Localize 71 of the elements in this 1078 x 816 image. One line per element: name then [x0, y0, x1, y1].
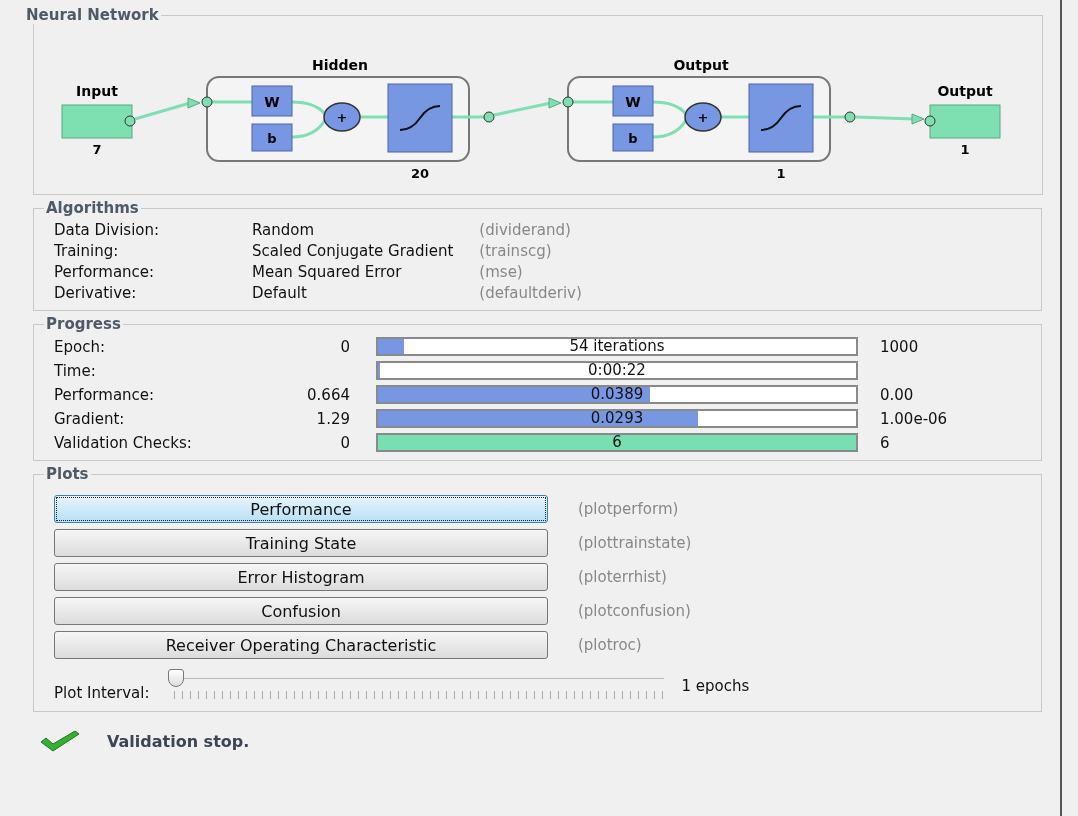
- target-value: 1.00e-06: [880, 409, 948, 428]
- function-name: (trainscg): [479, 242, 553, 260]
- algorithm-value: Default: [252, 284, 308, 302]
- algorithm-value: Random: [252, 221, 316, 239]
- transfer-function-icon: [387, 83, 453, 153]
- layer-size: 20: [410, 166, 430, 181]
- start-value: 0.664: [307, 385, 350, 404]
- progress-reading: 54 iterations: [569, 337, 665, 355]
- connector-dot-icon: [124, 115, 136, 127]
- function-name: (plotperform): [578, 500, 680, 518]
- panel-title: Neural Network: [25, 6, 160, 24]
- interval-reading: 1 epochs: [681, 677, 750, 695]
- plot-button[interactable]: Training State: [54, 529, 548, 557]
- progress-label: Gradient:: [54, 409, 126, 428]
- plot-button[interactable]: Performance: [54, 495, 548, 523]
- target-value: 6: [880, 433, 890, 452]
- target-value: 1000: [880, 337, 919, 356]
- panel-title: Plots: [45, 465, 90, 483]
- connector-dot-icon: [924, 115, 936, 127]
- function-name: (mse): [479, 263, 524, 281]
- algorithm-label: Training:: [54, 242, 120, 260]
- progress-label: Performance:: [54, 385, 156, 404]
- function-name: (dividerand): [479, 221, 572, 239]
- panel-title: Progress: [45, 315, 122, 333]
- target-value: 0.00: [880, 385, 914, 404]
- transfer-function-icon: [748, 83, 814, 153]
- progress-reading: 0.0389: [590, 385, 644, 403]
- function-name: (defaultderiv): [479, 284, 583, 302]
- start-value: 1.29: [316, 409, 350, 428]
- progress-label: Validation Checks:: [54, 433, 193, 452]
- function-name: (plotroc): [578, 636, 643, 654]
- output-node: Output 1: [929, 83, 1001, 157]
- plot-button[interactable]: Error Histogram: [54, 563, 548, 591]
- start-value: 0: [340, 433, 350, 452]
- start-value: 0: [340, 337, 350, 356]
- connector-dot-icon: [483, 111, 495, 123]
- weight-block: W: [612, 85, 654, 117]
- connector-dot-icon: [201, 96, 213, 108]
- function-name: (ploterrhist): [578, 568, 668, 586]
- connector-dot-icon: [562, 96, 574, 108]
- checkmark-icon: [39, 730, 81, 752]
- layer-size: 1: [776, 166, 786, 181]
- connector-arrow: [855, 113, 925, 125]
- algorithm-value: Mean Squared Error: [252, 263, 403, 281]
- connector-dot-icon: [844, 111, 856, 123]
- algorithm-label: Derivative:: [54, 284, 138, 302]
- progress-label: Time:: [54, 361, 97, 380]
- algorithm-value: Scaled Conjugate Gradient: [252, 242, 454, 260]
- layer-title: Hidden: [312, 57, 368, 73]
- progress-label: Epoch:: [54, 337, 106, 356]
- weight-block: W: [251, 85, 293, 117]
- bias-block: b: [251, 123, 293, 152]
- progress-reading: 6: [612, 433, 622, 451]
- plot-button[interactable]: Confusion: [54, 597, 548, 625]
- connector-arrow: [134, 97, 201, 121]
- plot-button[interactable]: Receiver Operating Characteristic: [54, 631, 548, 659]
- layer-title: Output: [673, 57, 729, 73]
- status-message: Validation stop.: [107, 731, 250, 751]
- sum-node: +: [323, 102, 361, 132]
- function-name: (plottrainstate): [578, 534, 693, 552]
- bias-block: b: [612, 123, 654, 152]
- input-node: Input 7: [61, 83, 133, 157]
- interval-label: Plot Interval:: [54, 683, 150, 702]
- algorithm-label: Data Division:: [54, 221, 161, 239]
- algorithm-label: Performance:: [54, 263, 156, 281]
- sum-node: +: [684, 102, 722, 132]
- function-name: (plotconfusion): [578, 602, 692, 620]
- connector-arrow: [493, 97, 562, 117]
- panel-title: Algorithms: [45, 199, 140, 217]
- progress-reading: 0.0293: [590, 409, 644, 427]
- progress-reading: 0:00:22: [588, 361, 646, 379]
